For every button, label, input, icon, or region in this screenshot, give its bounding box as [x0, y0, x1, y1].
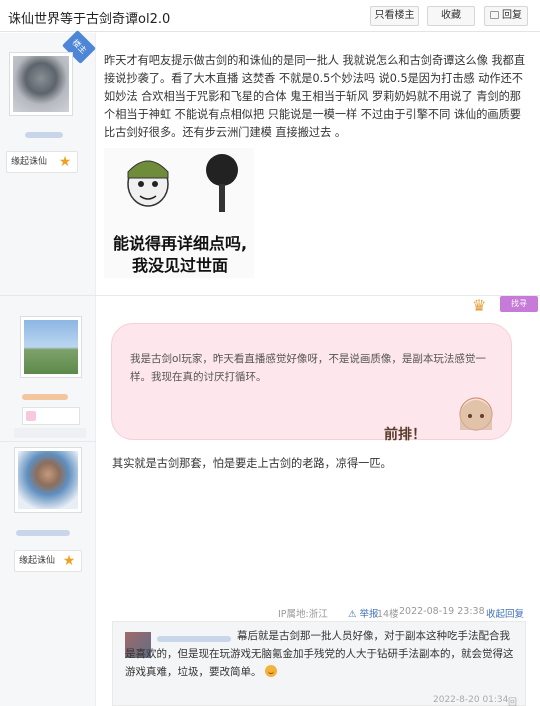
op-badge-label: 楼主 [70, 37, 89, 56]
user-tag [22, 407, 80, 425]
avatar[interactable] [20, 316, 82, 378]
avatar-image [24, 320, 78, 374]
sticker-girl-icon [459, 397, 493, 431]
reply-reply-link[interactable]: 回复 [508, 695, 525, 706]
only-op-label: 只看楼主 [374, 10, 415, 21]
reply-text-content: 幕后就是古剑那一批人员好像，对于副本这种吃手法配合我是喜欢的，但是现在玩游戏无脑… [125, 630, 514, 678]
level-star-icon: ★ [58, 154, 72, 170]
reply-time: 2022-8-20 01:34 [433, 695, 509, 705]
meme-caption-line1: 能说得再详细点吗, [112, 234, 248, 253]
post-content: 昨天才有吧友提示做古剑的和诛仙的是同一批人 我就说怎么和古剑奇谭这么像 我都直接… [104, 54, 526, 139]
level-badge[interactable]: 缘起诛仙 ★ [14, 550, 82, 572]
post-divider [0, 295, 540, 296]
post-time: 2022-08-19 23:38 [399, 606, 485, 617]
username[interactable] [16, 530, 70, 536]
tag-icon [26, 411, 36, 421]
username[interactable] [22, 394, 68, 400]
emoji-icon [264, 665, 277, 677]
avatar-image [18, 451, 78, 509]
level-star-icon: ★ [62, 553, 76, 569]
favorite-label: 收藏 [441, 10, 461, 21]
avatar[interactable] [9, 52, 73, 116]
avatar-image [13, 56, 69, 112]
level-name: 缘起诛仙 [11, 157, 48, 167]
post-divider [0, 441, 96, 442]
floor-number: 14楼 [377, 609, 399, 620]
meme-face-icon [127, 160, 169, 207]
username[interactable] [25, 132, 63, 138]
avatar[interactable] [14, 447, 82, 513]
reply-button[interactable]: 回复 [484, 6, 528, 26]
reply-label: 回复 [502, 10, 522, 21]
thread-header: 诛仙世界等于古剑奇谭ol2.0 只看楼主 收藏 回复 [0, 0, 540, 32]
meme-image: 能说得再详细点吗, 我没见过世面 [104, 148, 254, 278]
brush-icon [206, 154, 238, 212]
only-op-button[interactable]: 只看楼主 [370, 6, 419, 26]
ip-location: IP属地:浙江 [278, 609, 328, 620]
sticker-text: 前排！ [384, 427, 426, 443]
user-tag [14, 428, 86, 438]
favorite-button[interactable]: 收藏 [427, 6, 475, 26]
member-badge-label: 找寻 [511, 299, 527, 308]
collapse-reply-link[interactable]: 收起回复 [486, 606, 524, 620]
level-name: 缘起诛仙 [19, 556, 56, 566]
crown-icon: ♛ [472, 296, 487, 315]
bubble-text: 我是古剑ol玩家，昨天看直播感觉好像呀，不是说画质像，是副本玩法感觉一样。我现在… [130, 353, 486, 383]
member-badge[interactable]: 找寻 [500, 296, 538, 312]
report-link[interactable]: ⚠ 举报 [348, 606, 379, 620]
post-content: 其实就是古剑那套，怕是要走上古剑的老路，凉得一匹。 [112, 457, 392, 470]
reply-icon [490, 11, 499, 19]
report-label: 举报 [359, 609, 379, 620]
meme-caption-line2: 我没见过世面 [131, 256, 228, 275]
thread-title: 诛仙世界等于古剑奇谭ol2.0 [8, 12, 171, 27]
reply-text: 幕后就是古剑那一批人员好像，对于副本这种吃手法配合我是喜欢的，但是现在玩游戏无脑… [125, 627, 517, 681]
level-badge[interactable]: 缘起诛仙 ★ [6, 151, 78, 173]
reply-list: 幕后就是古剑那一批人员好像，对于副本这种吃手法配合我是喜欢的，但是现在玩游戏无脑… [112, 621, 526, 706]
